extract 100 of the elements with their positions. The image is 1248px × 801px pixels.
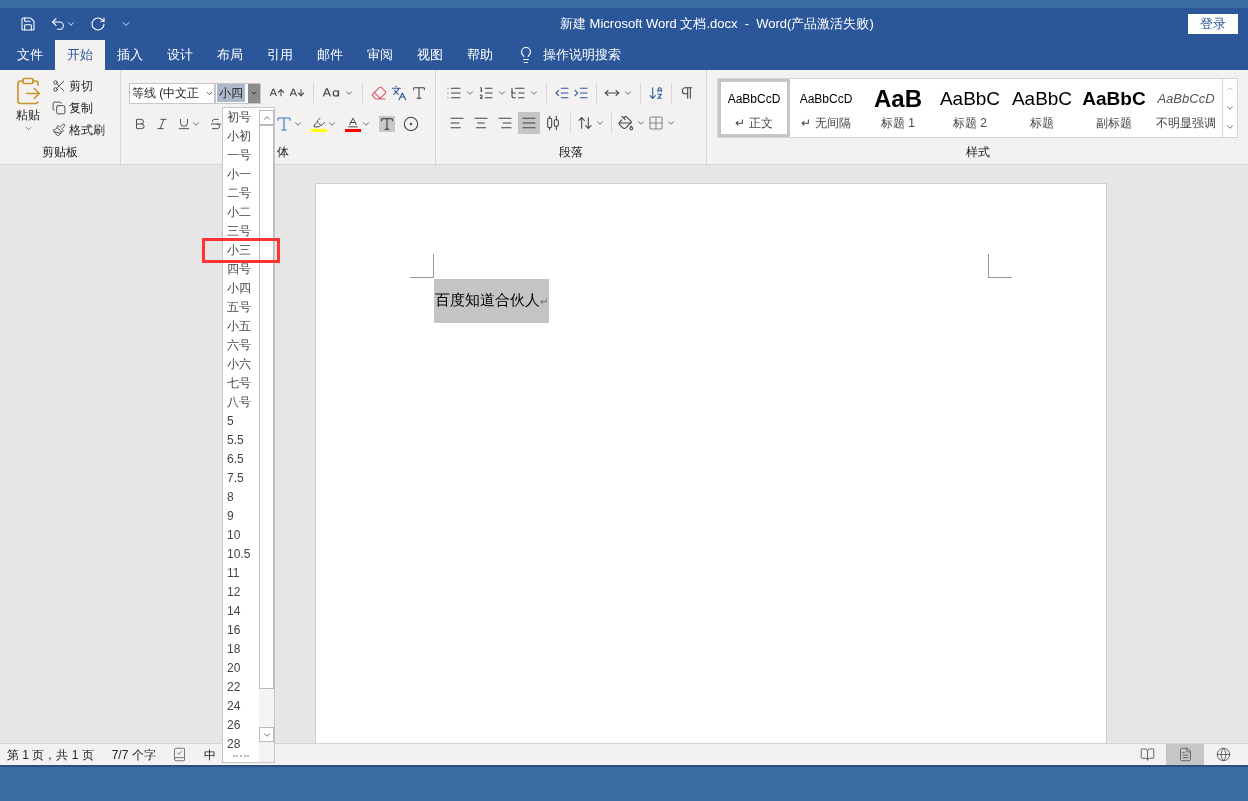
caret-icon[interactable] [595,118,606,128]
font-size-field[interactable]: 小四 [215,82,262,104]
page-count[interactable]: 第 1 页，共 1 页 [7,745,94,764]
font-size-option[interactable]: 10.5 [223,548,251,561]
font-size-option[interactable]: 16 [223,624,241,637]
ribbon-tab[interactable]: 设计 [155,40,205,70]
font-name-field[interactable]: 等线 (中文正 [129,82,216,104]
caret-icon[interactable] [23,124,33,133]
clipboard-button[interactable]: 剪切 [52,76,105,96]
word-count[interactable]: 7/7 个字 [111,745,156,764]
ribbon-tab[interactable]: 插入 [105,40,155,70]
strikethrough-icon[interactable] [209,117,224,131]
caret-icon[interactable] [636,118,647,128]
bullets-icon[interactable] [446,85,463,101]
caret-icon[interactable] [293,119,304,129]
line-spacing-icon[interactable] [577,115,594,131]
font-size-option[interactable]: 9 [223,510,234,523]
caret-icon[interactable] [344,88,355,98]
ribbon-tab[interactable]: 引用 [255,40,305,70]
caret-icon[interactable] [250,89,259,97]
font-size-option[interactable]: 5 [223,415,234,428]
font-size-option[interactable]: 8 [223,491,234,504]
font-size-option[interactable]: 20 [223,662,241,675]
shading-bucket-icon[interactable] [618,115,635,131]
justify-icon[interactable] [518,112,541,134]
print-layout-icon[interactable] [1166,744,1204,765]
font-size-option[interactable]: 小五 [223,320,251,333]
borders-icon[interactable] [648,115,665,131]
phonetic-guide-icon[interactable] [391,85,408,101]
increase-indent-icon[interactable] [573,85,590,101]
ribbon-tab[interactable]: 帮助 [455,40,505,70]
font-size-option[interactable]: 八号 [223,396,251,409]
font-size-option[interactable]: 小四 [223,282,251,295]
ribbon-tab[interactable]: 布局 [205,40,255,70]
font-size-option[interactable]: 10 [223,529,241,542]
font-size-option[interactable]: 六号 [223,339,251,352]
language-indicator[interactable]: 中 [203,745,216,764]
font-size-option[interactable]: 18 [223,643,241,656]
undo-icon[interactable] [50,16,66,32]
style-item[interactable]: AaBbCcD ↵ 无间隔 [790,79,862,137]
font-size-option[interactable]: 小六 [223,358,251,371]
style-item[interactable]: AaB 标题 1 [862,79,934,137]
font-size-option[interactable]: 小一 [223,168,251,181]
caret-icon[interactable] [497,88,508,98]
sort-icon[interactable] [648,85,665,101]
caret-icon[interactable] [623,88,634,98]
font-size-option[interactable]: 五号 [223,301,251,314]
ribbon-tab[interactable]: 开始 [55,40,105,70]
font-size-option[interactable]: 七号 [223,377,251,390]
font-size-option[interactable]: 小初 [223,130,251,143]
font-size-option[interactable]: 12 [223,586,241,599]
font-size-option[interactable]: 28 [223,738,241,751]
font-size-option[interactable]: 14 [223,605,241,618]
italic-icon[interactable] [155,117,170,131]
font-size-option[interactable]: 四号 [223,263,251,276]
ribbon-tab[interactable]: 文件 [5,40,55,70]
save-icon[interactable] [20,16,36,32]
style-item[interactable]: AaBbCcD 不明显强调 [1150,79,1222,137]
font-size-option[interactable]: 初号 [223,111,251,124]
clipboard-button[interactable]: 复制 [52,98,105,118]
caret-icon[interactable] [529,88,540,98]
proofing-icon[interactable] [171,747,187,762]
numbering-icon[interactable] [478,85,495,101]
font-size-option[interactable]: 5.5 [223,434,244,447]
caret-icon[interactable] [666,118,677,128]
font-size-option[interactable]: 6.5 [223,453,244,466]
decrease-indent-icon[interactable] [554,85,571,101]
font-size-option[interactable]: 小三 [223,244,251,257]
caret-icon[interactable] [327,119,338,129]
font-size-option[interactable]: 一号 [223,149,251,162]
dropdown-arrow-button[interactable] [248,83,261,103]
caret-icon[interactable] [66,19,76,29]
font-size-option[interactable]: 22 [223,681,241,694]
multilevel-list-icon[interactable] [510,85,527,101]
underline-icon[interactable] [177,117,192,131]
bold-icon[interactable] [133,117,148,131]
style-item[interactable]: AaBbC 标题 [1006,79,1078,137]
ribbon-tab[interactable]: 视图 [405,40,455,70]
font-color-icon[interactable] [345,116,362,132]
font-size-option[interactable]: 7.5 [223,472,244,485]
ribbon-tab[interactable]: 审阅 [355,40,405,70]
font-size-option[interactable]: 三号 [223,225,251,238]
redo-icon[interactable] [90,16,106,32]
font-size-option[interactable]: 24 [223,700,241,713]
caret-icon[interactable] [361,119,372,129]
login-button[interactable]: 登录 [1188,14,1238,34]
shading-icon[interactable] [379,116,396,132]
style-item[interactable]: AaBbC 副标题 [1078,79,1150,137]
caret-icon[interactable] [465,88,476,98]
font-size-option[interactable]: 26 [223,719,241,732]
paste-button[interactable]: 粘贴 [10,76,46,143]
highlighter-icon[interactable] [311,116,328,132]
ribbon-tab[interactable]: 邮件 [305,40,355,70]
eraser-icon[interactable] [371,85,388,101]
font-size-option[interactable]: 小二 [223,206,251,219]
style-item[interactable]: AaBbCcD ↵ 正文 [718,79,790,137]
tell-me-search[interactable]: 操作说明搜索 [543,45,621,65]
font-size-option[interactable]: 11 [223,567,240,580]
font-size-option[interactable]: 二号 [223,187,251,200]
clipboard-button[interactable]: 格式刷 [52,120,105,140]
